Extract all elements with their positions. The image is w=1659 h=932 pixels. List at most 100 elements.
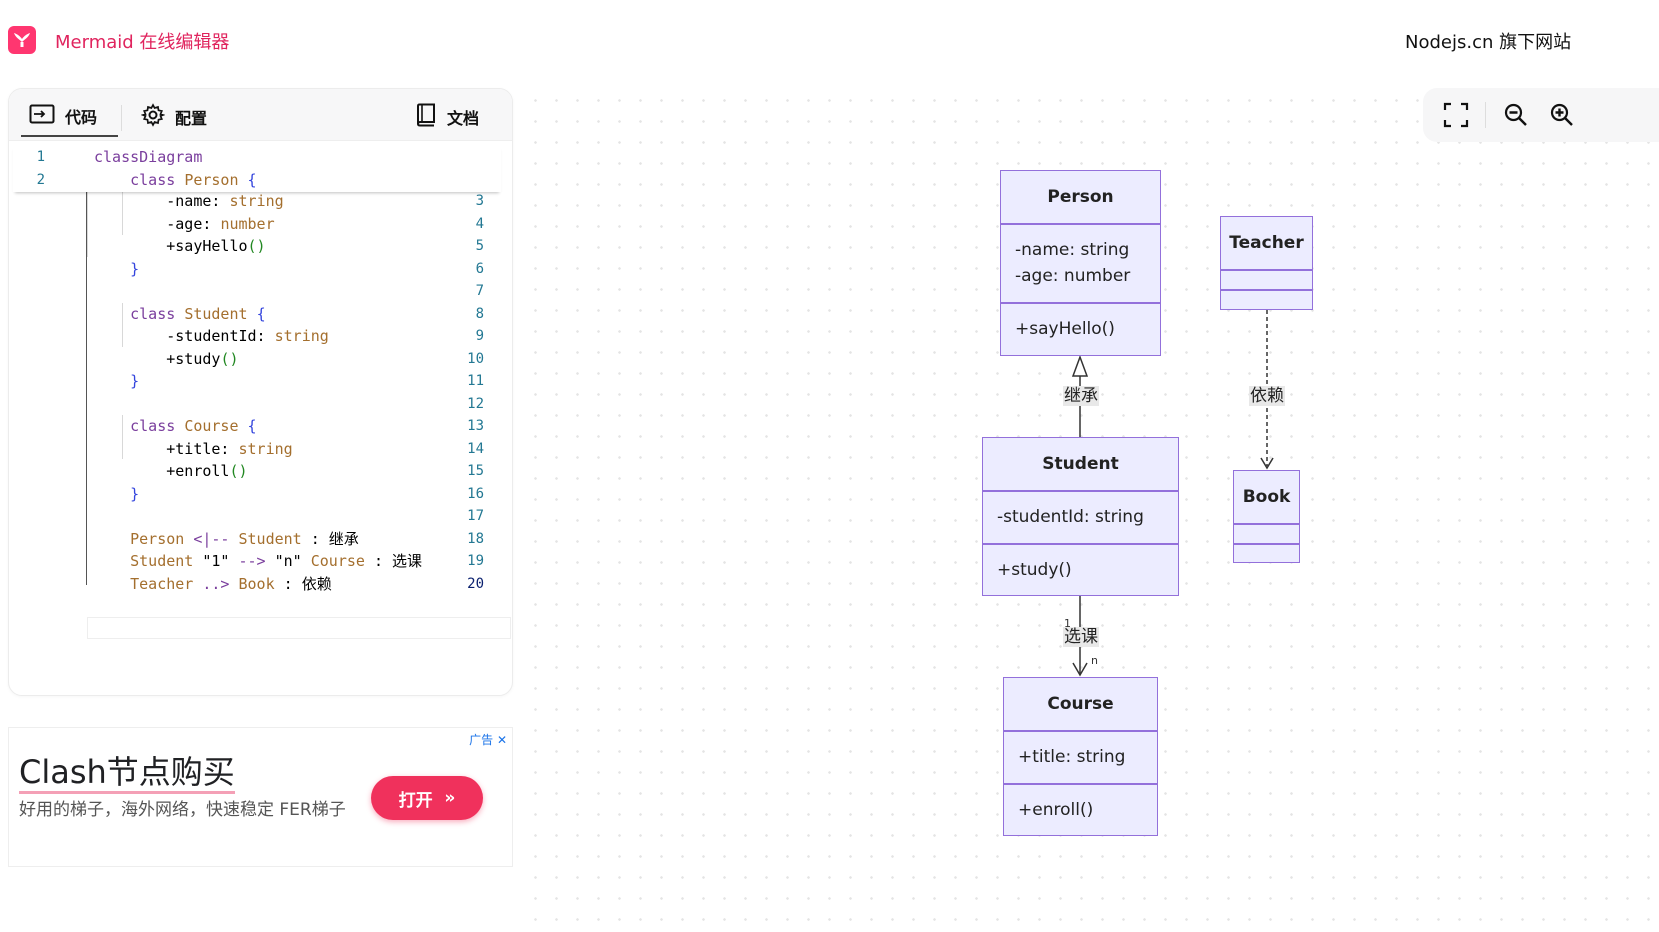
code-line[interactable]: -name: string [94, 190, 283, 212]
app-header: Mermaid 在线编辑器 Nodejs.cn 旗下网站 [0, 0, 1659, 80]
indent-guide [87, 191, 88, 257]
line-number: 5 [475, 238, 484, 254]
class-divider [983, 543, 1178, 545]
class-name: Book [1242, 487, 1291, 507]
line-number: 13 [467, 418, 484, 434]
line-number: 18 [467, 530, 484, 547]
class-student[interactable]: Student -studentId: string +study() [982, 437, 1179, 596]
class-divider [1001, 302, 1160, 304]
code-line[interactable]: class Student { [94, 303, 265, 325]
line-number: 3 [475, 193, 484, 209]
mermaid-logo[interactable] [8, 26, 36, 54]
code-line[interactable]: } [94, 483, 139, 505]
double-chevron-icon: » [444, 788, 456, 808]
line-number: 14 [467, 440, 484, 457]
line-number: 12 [467, 395, 484, 412]
close-icon[interactable]: ✕ [497, 733, 507, 747]
line-number: 16 [467, 485, 484, 502]
ad-title[interactable]: Clash节点购买 [19, 753, 235, 794]
editor-panel: 代码 配置 文档 1 classDiagram 2 class Person { 3 … [8, 88, 513, 696]
tab-docs[interactable]: 文档 [415, 97, 479, 137]
code-line[interactable]: +enroll() [94, 460, 247, 482]
code-line[interactable]: -age: number [94, 213, 274, 235]
code-line[interactable]: +study() [94, 348, 238, 370]
zoom-out-icon[interactable] [1503, 102, 1529, 128]
site-link[interactable]: Nodejs.cn 旗下网站 [1405, 28, 1571, 54]
line-number: 20 [467, 575, 484, 592]
cardinality-to: n [1091, 654, 1098, 667]
ad-flag[interactable]: 广告 ✕ [469, 731, 507, 748]
code-line[interactable]: class Person { [94, 169, 256, 191]
editor-tabs: 代码 配置 文档 [9, 89, 512, 141]
line-number: 17 [467, 508, 484, 524]
line-number: 2 [36, 171, 45, 188]
tab-divider [121, 105, 122, 131]
class-course[interactable]: Course +title: string +enroll() [1003, 677, 1158, 836]
line-number: 1 [36, 149, 45, 165]
code-line[interactable]: -studentId: string [94, 325, 329, 347]
code-line[interactable]: Person <|-- Student : 继承 [94, 528, 359, 550]
code-line[interactable]: classDiagram [94, 146, 202, 168]
tab-code[interactable]: 代码 [21, 97, 118, 137]
line-number: 15 [467, 463, 484, 479]
class-name: Person [1047, 187, 1114, 207]
class-name: Course [1047, 694, 1114, 714]
class-name: Student [1042, 454, 1119, 474]
class-method: +enroll() [1018, 800, 1094, 820]
code-line[interactable]: +sayHello() [94, 235, 265, 257]
association-label: 选课 [1063, 627, 1099, 647]
ad-description: 好用的梯子，海外网络，快速稳定 FER梯子 [19, 800, 346, 820]
line-number: 9 [475, 328, 484, 344]
line-number: 11 [467, 373, 484, 389]
class-divider [1234, 523, 1299, 525]
ad-open-button[interactable]: 打开 » [371, 776, 483, 820]
zoom-toolbar [1423, 88, 1659, 142]
code-line[interactable]: } [94, 258, 139, 280]
class-divider [1001, 223, 1160, 225]
class-divider [983, 490, 1178, 492]
class-name: Teacher [1229, 233, 1304, 253]
class-divider [1234, 543, 1299, 545]
inherit-label: 继承 [1063, 386, 1099, 406]
fullscreen-icon[interactable] [1443, 102, 1469, 128]
code-editor[interactable]: 1 classDiagram 2 class Person { 3 -name: st… [9, 145, 512, 639]
class-book[interactable]: Book [1233, 470, 1300, 563]
line-number: 6 [475, 260, 484, 277]
class-divider [1221, 269, 1312, 271]
sticky-scroll-header: 1 classDiagram 2 class Person { [13, 145, 501, 192]
book-icon [415, 103, 437, 131]
class-person[interactable]: Person -name: string -age: number +sayHe… [1000, 170, 1161, 356]
line-number: 10 [467, 350, 484, 367]
tab-code-label: 代码 [65, 108, 98, 127]
zoom-in-icon[interactable] [1549, 102, 1575, 128]
class-divider [1004, 730, 1157, 732]
line-number: 7 [475, 283, 484, 299]
toolbar-divider [1485, 102, 1486, 128]
class-divider [1221, 289, 1312, 291]
app-title[interactable]: Mermaid 在线编辑器 [55, 28, 229, 54]
dependency-label: 依赖 [1249, 386, 1285, 406]
class-attribute: +title: string [1018, 747, 1126, 767]
code-line[interactable]: } [94, 370, 139, 392]
line-number: 4 [475, 215, 484, 232]
class-teacher[interactable]: Teacher [1220, 216, 1313, 310]
class-method: +sayHello() [1015, 319, 1115, 339]
advertisement[interactable]: 广告 ✕ Clash节点购买 好用的梯子，海外网络，快速稳定 FER梯子 打开 … [8, 727, 513, 867]
code-line[interactable]: +title: string [94, 438, 292, 460]
line-number: 19 [467, 553, 484, 569]
tab-docs-label: 文档 [447, 109, 480, 128]
code-line[interactable]: Teacher ..> Book : 依赖 [94, 573, 332, 595]
line-number: 8 [475, 305, 484, 322]
tab-config[interactable]: 配置 [140, 97, 208, 137]
current-line-highlight [87, 617, 511, 639]
tab-config-label: 配置 [175, 109, 208, 128]
gear-icon [140, 103, 166, 131]
class-method: +study() [997, 560, 1072, 580]
code-line[interactable]: class Course { [94, 415, 256, 437]
class-divider [1004, 783, 1157, 785]
class-attribute: -studentId: string [997, 507, 1144, 527]
class-attribute: -age: number [1015, 266, 1131, 286]
code-icon [29, 104, 55, 128]
class-attribute: -name: string [1015, 240, 1130, 260]
code-line[interactable]: Student "1" --> "n" Course : 选课 [94, 550, 422, 572]
